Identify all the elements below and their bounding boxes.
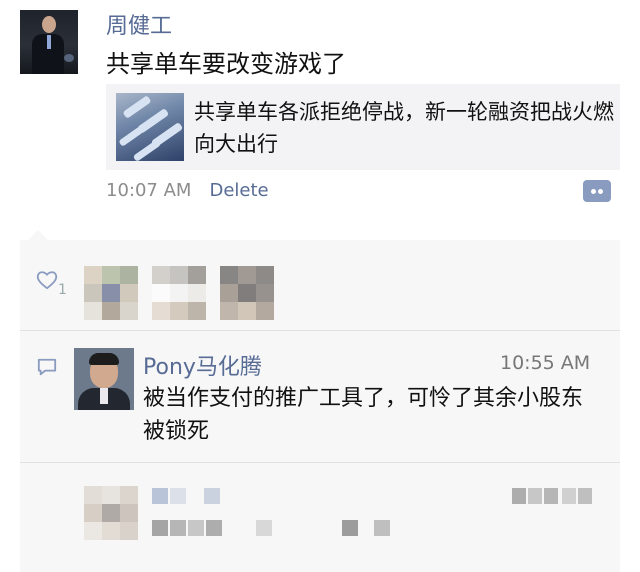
blurred-name bbox=[152, 488, 232, 506]
commenter-name[interactable]: Pony马化腾 bbox=[143, 349, 262, 381]
author-avatar[interactable] bbox=[20, 10, 78, 74]
delete-link[interactable]: Delete bbox=[209, 180, 268, 201]
comment-time: 10:55 AM bbox=[500, 352, 591, 374]
commenter-avatar[interactable] bbox=[74, 348, 134, 410]
panel-divider bbox=[20, 330, 620, 331]
liker-avatar[interactable] bbox=[152, 266, 212, 320]
post-meta-row: 10:07 AM Delete bbox=[106, 180, 269, 201]
post-time: 10:07 AM bbox=[106, 180, 192, 201]
blurred-time bbox=[512, 488, 596, 506]
avatar-shirt bbox=[100, 388, 108, 404]
blurred-text bbox=[152, 520, 392, 538]
panel-notch bbox=[28, 230, 48, 240]
avatar-hair bbox=[89, 353, 119, 365]
avatar-tie bbox=[47, 35, 51, 49]
shared-article-title: 共享单车各派拒绝停战，新一轮融资把战火燃向大出行 bbox=[194, 100, 614, 156]
liker-avatar[interactable] bbox=[84, 266, 144, 320]
avatar-light bbox=[64, 54, 74, 62]
post-author-name[interactable]: 周健工 bbox=[106, 8, 172, 40]
avatar-head bbox=[42, 16, 56, 33]
comment-text[interactable]: 被当作支付的推广工具了，可怜了其余小股东被锁死 bbox=[143, 382, 603, 448]
blurred-avatar bbox=[84, 486, 138, 540]
likes-count: 1 bbox=[58, 282, 67, 298]
liker-avatar[interactable] bbox=[220, 266, 280, 320]
comment-action-icon[interactable] bbox=[583, 180, 611, 202]
article-thumbnail bbox=[116, 93, 184, 161]
post-text: 共享单车要改变游戏了 bbox=[106, 50, 346, 78]
comment-divider bbox=[20, 462, 620, 463]
shared-article-card[interactable]: 共享单车各派拒绝停战，新一轮融资把战火燃向大出行 bbox=[106, 84, 620, 170]
heart-icon bbox=[36, 271, 58, 290]
comment-bubble-icon bbox=[37, 358, 57, 376]
